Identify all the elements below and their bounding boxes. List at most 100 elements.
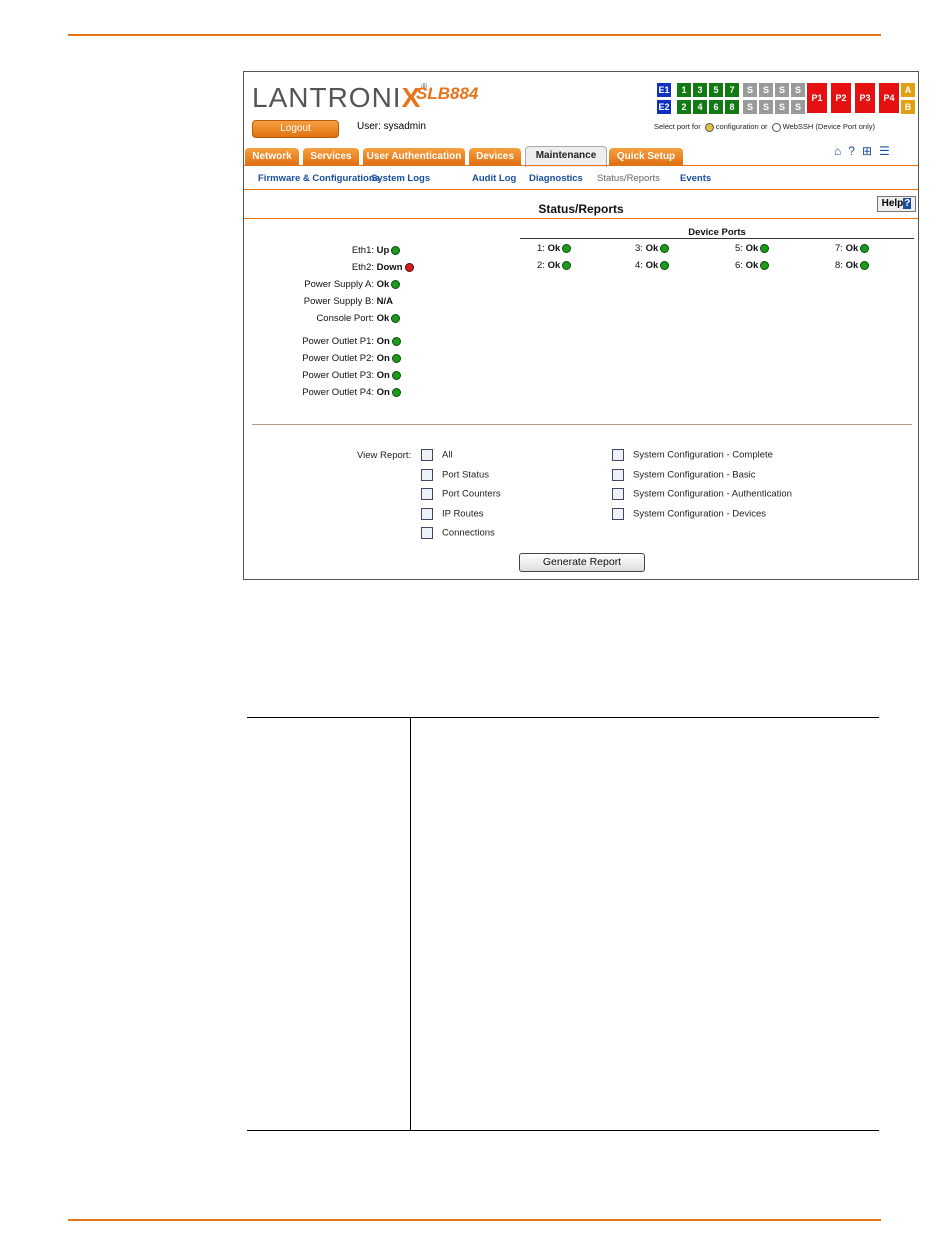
tab-services[interactable]: Services [303,148,359,165]
status-row: Power Supply A: Ok [246,279,401,290]
port-cell-bottom-7[interactable]: S [775,100,789,114]
subnav-firmware-configurations[interactable]: Firmware & Configurations [258,173,380,184]
webssh-radio[interactable] [771,122,781,132]
port-cell-e1[interactable]: E1 [657,83,671,97]
report-checkbox[interactable] [421,488,433,500]
model-name: SLB884 [416,84,479,103]
home-icon[interactable]: ⌂ [834,144,841,158]
toolbar-icons: ⌂? ⊞ ☰ [834,144,897,158]
device-port-number: 2: [537,260,548,271]
section-divider [252,424,912,425]
report-checkbox[interactable] [612,449,624,461]
device-port-number: 3: [635,243,646,254]
view-report-label: View Report: [357,450,412,461]
status-row: Eth1: Up [246,245,401,256]
power-outlet-cell-p4[interactable]: P4 [879,83,899,113]
subnav-audit-log[interactable]: Audit Log [472,173,516,184]
status-value: Ok [374,313,390,324]
report-checkbox[interactable] [421,507,433,520]
port-cell-bottom-5[interactable]: S [743,100,757,114]
tab-quick-setup[interactable]: Quick Setup [609,148,683,165]
status-ok-icon [760,260,770,270]
page-bottom-rule [68,1219,881,1221]
port-cell-bottom-8[interactable]: S [791,100,805,114]
report-checkbox[interactable] [612,488,624,500]
report-option-system-configuration-devices[interactable]: System Configuration - Devices [612,507,767,520]
help-button[interactable]: Help? [877,196,916,212]
status-row: Eth2: Down [246,262,414,273]
status-ok-icon [391,353,401,363]
port-cell-e2[interactable]: E2 [657,100,671,114]
report-checkbox[interactable] [421,468,433,481]
device-port-number: 7: [835,243,846,254]
generate-report-button[interactable]: Generate Report [519,553,645,572]
power-outlet-cell-p1[interactable]: P1 [807,83,827,113]
power-outlet-cell-p3[interactable]: P3 [855,83,875,113]
report-option-connections[interactable]: Connections [421,527,495,539]
page-title: Status/Reports [538,202,624,216]
device-port-value: Ok [845,260,859,271]
subnav-diagnostics[interactable]: Diagnostics [529,173,583,184]
report-checkbox[interactable] [612,507,624,520]
status-label: Console Port: [316,313,374,324]
report-option-system-configuration-basic[interactable]: System Configuration - Basic [612,468,756,481]
status-row: Power Outlet P2: On [246,353,401,364]
port-cell-bottom-3[interactable]: 6 [709,100,723,114]
status-value: Down [374,262,403,273]
help-icon[interactable]: ? [848,144,855,158]
status-ok-icon [660,243,670,253]
port-cell-bottom-1[interactable]: 2 [677,100,691,114]
port-cell-top-5[interactable]: S [743,83,757,97]
device-port-status: 3: Ok [635,243,670,254]
configuration-radio[interactable] [704,122,714,132]
status-value: On [374,353,390,364]
subnav-system-logs[interactable]: System Logs [371,173,430,184]
report-option-port-status[interactable]: Port Status [421,468,489,481]
sitemap-icon[interactable]: ⊞ [862,144,872,158]
port-cell-top-4[interactable]: 7 [725,83,739,97]
device-ports-heading: Device Ports [520,227,914,239]
report-option-label: System Configuration - Devices [633,508,767,520]
tab-devices[interactable]: Devices [469,148,521,165]
report-option-system-configuration-complete[interactable]: System Configuration - Complete [612,449,773,461]
report-option-label: Port Status [442,469,489,481]
subnav-status-reports[interactable]: Status/Reports [597,173,660,184]
report-option-ip-routes[interactable]: IP Routes [421,507,484,520]
device-port-value: Ok [547,243,561,254]
device-port-status: 1: Ok [537,243,572,254]
port-cell-top-2[interactable]: 3 [693,83,707,97]
port-cell-bottom-2[interactable]: 4 [693,100,707,114]
status-ok-icon [660,260,670,270]
port-cell-top-7[interactable]: S [775,83,789,97]
logout-button[interactable]: Logout [252,120,339,138]
device-port-status: 4: Ok [635,260,670,271]
report-option-system-configuration-authentication[interactable]: System Configuration - Authentication [612,488,792,500]
power-outlet-cell-p2[interactable]: P2 [831,83,851,113]
status-label: Eth1: [351,245,374,256]
report-option-port-counters[interactable]: Port Counters [421,488,501,500]
subnav-events[interactable]: Events [680,173,711,184]
report-option-all[interactable]: All [421,449,453,461]
device-port-number: 5: [735,243,746,254]
port-cell-top-8[interactable]: S [791,83,805,97]
port-cell-top-3[interactable]: 5 [709,83,723,97]
power-supply-cell-a[interactable]: A [901,83,915,97]
report-checkbox[interactable] [421,527,433,539]
device-port-value: Ok [645,243,659,254]
report-checkbox[interactable] [421,449,433,461]
tab-maintenance[interactable]: Maintenance [525,146,607,167]
tab-network[interactable]: Network [245,148,299,165]
report-option-label: Connections [442,527,495,539]
status-ok-icon [562,243,572,253]
power-supply-cell-b[interactable]: B [901,100,915,114]
tab-user-authentication[interactable]: User Authentication [363,148,465,165]
status-ok-icon [391,336,401,346]
status-row: Console Port: Ok [246,313,401,324]
report-checkbox[interactable] [612,468,624,481]
port-cell-top-1[interactable]: 1 [677,83,691,97]
port-cell-top-6[interactable]: S [759,83,773,97]
port-cell-bottom-4[interactable]: 8 [725,100,739,114]
port-cell-bottom-6[interactable]: S [759,100,773,114]
device-port-number: 1: [537,243,548,254]
notes-icon[interactable]: ☰ [879,144,890,158]
